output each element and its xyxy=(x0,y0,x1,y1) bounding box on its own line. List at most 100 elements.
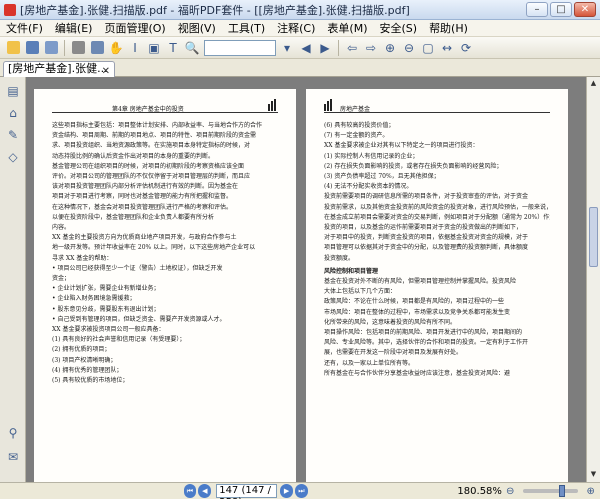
next-page-icon[interactable]: ▶ xyxy=(280,484,293,498)
scan-icon[interactable] xyxy=(88,39,106,57)
text-line: 以便在投资阶段中，基金管理团队和企业负责人都要有所分析 xyxy=(52,213,215,221)
page-header-text: 房地产基金 xyxy=(340,106,371,113)
page-header: 第4章 房地产基金中的投资 xyxy=(52,99,278,113)
page-body-text: (6) 具有较高的投资价值； (7) 有一定金额的资产。 XX 基金要求被企业对其有… xyxy=(324,121,550,379)
back-icon[interactable]: ⇦ xyxy=(343,39,361,57)
previous-page-icon[interactable]: ◀ xyxy=(198,484,212,498)
scroll-up-icon[interactable]: ▲ xyxy=(589,79,598,89)
search-icon[interactable]: 🔍 xyxy=(183,39,201,57)
menu-comments[interactable]: 注释(C) xyxy=(277,20,315,36)
typewriter-icon[interactable]: T xyxy=(164,39,182,57)
text-line: 评价。对项目公司的管理团队的不仅仅停留于对项目管理层的判断，而且应 xyxy=(52,173,251,181)
forward-icon[interactable]: ⇨ xyxy=(362,39,380,57)
text-line: (6) 具有较高的投资价值； xyxy=(324,122,395,129)
find-input[interactable] xyxy=(204,39,276,56)
layers-panel-icon[interactable]: ◇ xyxy=(5,149,21,165)
text-line: (7) 有一定金额的资产。 xyxy=(324,132,389,140)
text-line: 项目操作风险：包括项目的前期风险、项目开发进行中的风险，项目期间的 xyxy=(324,329,523,337)
header-logo-icon xyxy=(324,99,334,111)
page-header: 房地产基金 xyxy=(324,99,550,113)
text-line: 项目对于项目进行考察，同时也对基金管理的能力有所把握和监督。 xyxy=(52,193,233,201)
save-as-icon[interactable] xyxy=(42,39,60,57)
text-line: • 股东意见分歧，需要股东有退出计划； xyxy=(52,305,160,313)
toolbar: ✋ I ▣ T 🔍 ▾ ◀ ▶ ⇦ ⇨ ⊕ ⊖ ▢ ↔ ⟳ xyxy=(0,37,600,59)
text-line: 求、项目投资组织、当地资源政策等。在实施项目本身特定指标的时候，对 xyxy=(52,142,251,150)
text-line: 地一级开发等。预计年收益率在 20% 以上。同时，以下这些房地产企业可以 xyxy=(52,244,256,252)
toolbar-separator xyxy=(338,39,340,56)
text-line: 市场风险：项目在整体的过程中，市场需求以及竞争关系都可能发生变 xyxy=(324,308,511,316)
save-icon[interactable] xyxy=(23,39,41,57)
last-page-icon[interactable]: ⏭ xyxy=(294,484,308,498)
pages-panel-icon[interactable]: ▤ xyxy=(5,83,21,99)
window-controls: – □ ✕ xyxy=(526,2,596,17)
fit-width-icon[interactable]: ↔ xyxy=(438,39,456,57)
snapshot-icon[interactable]: ▣ xyxy=(145,39,163,57)
title-bar: [房地产基金].张健.扫描版.pdf - 福昕PDF套件 - [[房地产基金].… xyxy=(0,0,600,20)
text-line: 风险控制和项目管理 xyxy=(324,267,379,275)
document-tab[interactable]: [房地产基金].张健... ✕ xyxy=(3,61,115,77)
text-line: 展，也需要在开发这一阶段中对项目及发展有好处。 xyxy=(324,349,463,357)
zoom-in-icon[interactable]: ⊕ xyxy=(381,39,399,57)
signatures-panel-icon[interactable]: ✉ xyxy=(5,449,21,465)
app-icon xyxy=(4,3,16,16)
zoom-out-icon[interactable]: ⊖ xyxy=(502,482,519,499)
text-line: 大体上包括以下几个方面： xyxy=(324,288,397,296)
maximize-button[interactable]: □ xyxy=(550,2,572,17)
text-line: 基金管理公司在组织项目的时候，对项目的初期阶段的考察资格应该全面 xyxy=(52,162,245,170)
text-line: 风险、专业风险等。其中，选择伙伴的合作和项目的投资。一定有利于工作开 xyxy=(324,339,529,347)
zoom-slider-knob[interactable] xyxy=(559,485,566,497)
zoom-in-icon[interactable]: ⊕ xyxy=(582,482,599,499)
text-line: (4) 无法不分配实收资本的情况。 xyxy=(324,183,413,191)
menu-bar: 文件(F) 编辑(E) 页面管理(O) 视图(V) 工具(T) 注释(C) 表单… xyxy=(0,20,600,37)
menu-tools[interactable]: 工具(T) xyxy=(228,20,265,36)
text-line: 所有基金在与合作伙伴分享基金收益时应该注意，基金投资对风险：避 xyxy=(324,369,511,377)
select-text-icon[interactable]: I xyxy=(126,39,144,57)
menu-security[interactable]: 安全(S) xyxy=(379,20,417,36)
text-line: 资金结构、项目周期、前期的项目地点、项目的特性、项目前期阶段的资金需 xyxy=(52,132,257,140)
zoom-out-icon[interactable]: ⊖ xyxy=(400,39,418,57)
hand-tool-icon[interactable]: ✋ xyxy=(107,39,125,57)
zoom-level[interactable]: 180.58% xyxy=(457,486,502,497)
find-icon[interactable]: ▾ xyxy=(278,39,296,57)
window-title: [房地产基金].张健.扫描版.pdf - 福昕PDF套件 - [[房地产基金].… xyxy=(20,3,410,17)
minimize-button[interactable]: – xyxy=(526,2,548,17)
fit-page-icon[interactable]: ▢ xyxy=(419,39,437,57)
pdf-page-right: 房地产基金 (6) 具有较高的投资价值； (7) 有一定金额的资产。 XX 基金要求… xyxy=(306,89,568,482)
bookmarks-panel-icon[interactable]: ⌂ xyxy=(5,105,21,121)
text-line: • 项目公司已经获得至少一个证（警告）土地权证），但缺乏开发 xyxy=(52,264,223,272)
text-line: 投资的项目，以及基金的运作前需要项目对于资金的投资做出的判断如下， xyxy=(324,224,523,232)
menu-page-management[interactable]: 页面管理(O) xyxy=(104,20,165,36)
scroll-thumb[interactable] xyxy=(589,207,598,267)
text-line: (2) 存在损失负面影响的投资，或者存在损失负面影响的经营风险； xyxy=(324,162,503,170)
menu-forms[interactable]: 表单(M) xyxy=(327,20,367,36)
vertical-scrollbar[interactable]: ▲ ▼ xyxy=(586,77,600,482)
menu-view[interactable]: 视图(V) xyxy=(178,20,216,36)
attachments-panel-icon[interactable]: ⚲ xyxy=(5,425,21,441)
prev-page-icon[interactable]: ◀ xyxy=(297,39,315,57)
text-line: 该对项目投资管理团队内部分析评估机制进行有效的判断。因为基金在 xyxy=(52,183,239,191)
text-line: 投资额度。 xyxy=(324,254,355,262)
menu-file[interactable]: 文件(F) xyxy=(6,20,43,36)
text-line: 在这种情况下，基金会对项目投资管理团队进行严格的考察和评估。 xyxy=(52,203,233,211)
toolbar-separator xyxy=(64,39,66,56)
comments-panel-icon[interactable]: ✎ xyxy=(5,127,21,143)
document-tab-bar: [房地产基金].张健... ✕ xyxy=(0,59,600,77)
text-line: (1) 实际控制人有信用记录的企业； xyxy=(324,152,419,160)
first-page-icon[interactable]: ⏮ xyxy=(183,484,197,498)
close-button[interactable]: ✕ xyxy=(574,2,596,17)
document-viewer[interactable]: 第4章 房地产基金中的投资 这些项目指标主要包括：项目整体计划安排、内部收益率、… xyxy=(26,77,586,482)
zoom-slider[interactable] xyxy=(523,485,579,497)
page-number-input[interactable]: 147 (147 / 258) xyxy=(216,484,278,499)
text-line: XX 基金的主要投资方向为优质商业地产项目开发，与政府合作参与土 xyxy=(52,234,237,242)
print-icon[interactable] xyxy=(69,39,87,57)
menu-edit[interactable]: 编辑(E) xyxy=(55,20,93,36)
rotate-icon[interactable]: ⟳ xyxy=(457,39,475,57)
text-line: 对于项目中的投资，判断资金投资的项目，依据基金投资对资金的规模，对于 xyxy=(324,234,529,242)
text-line: 这些项目指标主要包括：项目整体计划安排、内部收益率、与当地合作方的合作 xyxy=(52,122,263,129)
text-line: (1) 具有良好的社会声誉和信用记录（有受理要）； xyxy=(52,336,186,344)
tab-close-icon[interactable]: ✕ xyxy=(102,65,110,77)
menu-help[interactable]: 帮助(H) xyxy=(429,20,468,36)
open-folder-icon[interactable] xyxy=(4,39,22,57)
scroll-down-icon[interactable]: ▼ xyxy=(589,470,598,480)
next-page-icon[interactable]: ▶ xyxy=(316,39,334,57)
